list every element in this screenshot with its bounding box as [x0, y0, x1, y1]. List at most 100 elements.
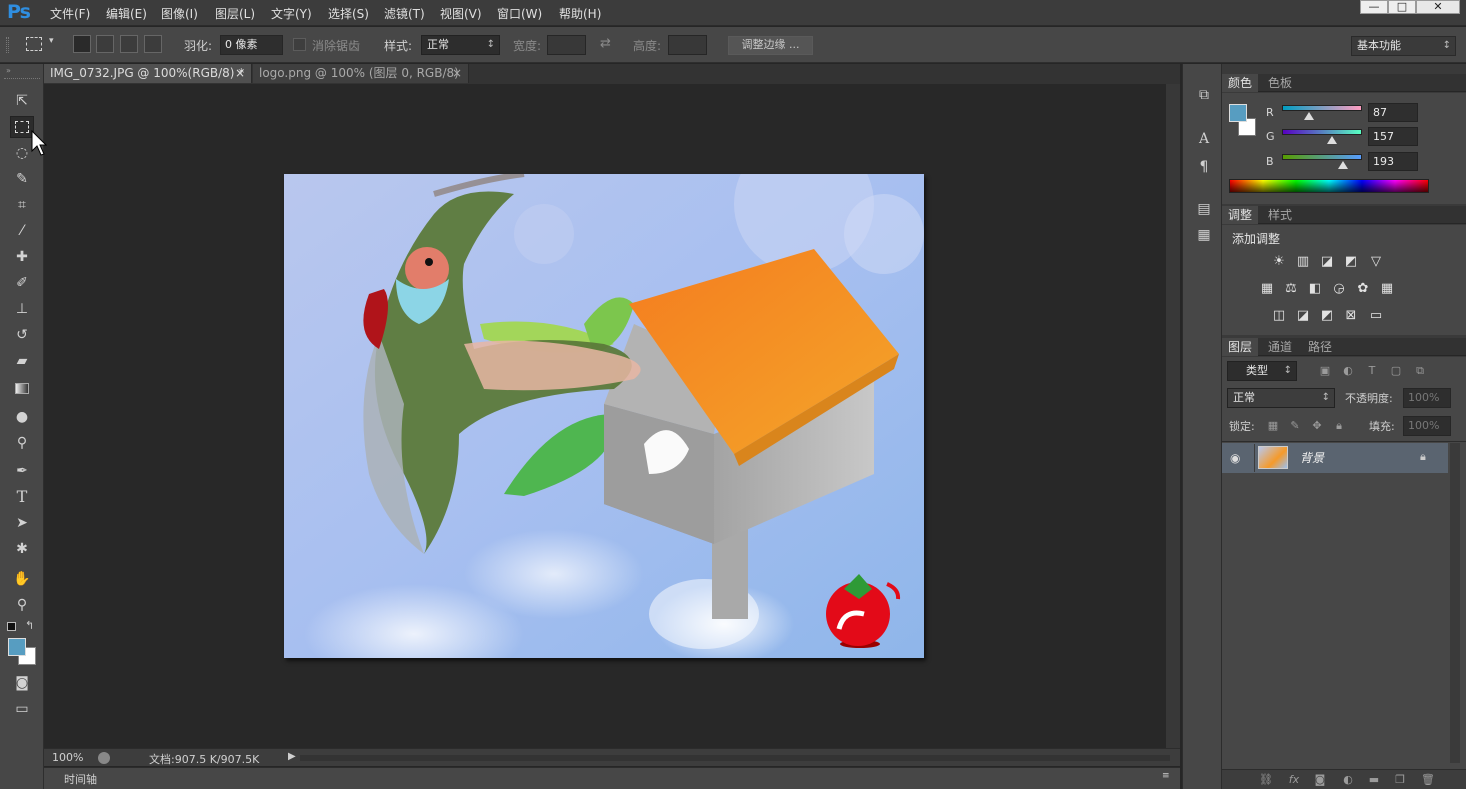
move-icon[interactable]: ⇱ [10, 90, 34, 112]
add-mask-icon[interactable]: ◙ [1312, 772, 1328, 788]
menu-window[interactable]: 窗口(W) [497, 5, 542, 22]
minimize-button[interactable]: — [1360, 0, 1388, 14]
filter-adjustment-icon[interactable]: ◐ [1340, 363, 1356, 379]
foreground-color-swatch[interactable] [8, 638, 26, 656]
fill-input[interactable]: 100% [1403, 416, 1451, 436]
maximize-button[interactable]: □ [1388, 0, 1416, 14]
blend-mode-select[interactable]: 正常 [1227, 388, 1335, 408]
lock-paint-icon[interactable]: ✎ [1287, 418, 1303, 434]
width-input[interactable] [547, 35, 586, 55]
lock-position-icon[interactable]: ✥ [1309, 418, 1325, 434]
swap-colors-icon[interactable]: ↰ [25, 619, 34, 632]
layer-name[interactable]: 背景 [1300, 449, 1324, 466]
lock-transparent-icon[interactable]: ▦ [1265, 418, 1281, 434]
invert-icon[interactable]: ◫ [1270, 307, 1288, 325]
filter-shape-icon[interactable]: ▢ [1388, 363, 1404, 379]
black-white-icon[interactable]: ◧ [1306, 280, 1324, 298]
tab-adjustments[interactable]: 调整 [1222, 206, 1259, 224]
new-group-icon[interactable]: ▬ [1366, 772, 1382, 788]
menu-edit[interactable]: 编辑(E) [106, 5, 147, 22]
tab-paths[interactable]: 路径 [1302, 338, 1338, 356]
status-menu-icon[interactable] [98, 752, 110, 764]
add-selection-icon[interactable] [96, 35, 114, 53]
menu-filter[interactable]: 滤镜(T) [384, 5, 425, 22]
properties-panel-icon[interactable]: ▤ [1195, 200, 1213, 218]
gradient-icon[interactable] [10, 378, 34, 400]
threshold-icon[interactable]: ◩ [1318, 307, 1336, 325]
posterize-icon[interactable]: ◪ [1294, 307, 1312, 325]
marquee-preset-icon[interactable] [26, 37, 42, 51]
timeline-label[interactable]: 时间轴 [64, 771, 97, 787]
curves-icon[interactable]: ◪ [1318, 253, 1336, 271]
new-layer-icon[interactable]: ❐ [1392, 772, 1408, 788]
foreground-color-chip[interactable] [1229, 104, 1247, 122]
status-arrow-icon[interactable]: ▶ [288, 751, 296, 762]
refine-edge-button[interactable]: 调整边缘 ... [728, 36, 813, 55]
panel-menu-icon[interactable]: ≡ [1162, 771, 1170, 781]
tab-logo-png[interactable]: logo.png @ 100% (图层 0, RGB/8) × [253, 64, 469, 83]
eyedropper-icon[interactable]: ⁄ [10, 220, 34, 242]
menu-view[interactable]: 视图(V) [440, 5, 482, 22]
character-panel-icon[interactable]: A [1195, 130, 1213, 148]
zoom-level[interactable]: 100% [52, 751, 83, 764]
tab-layers[interactable]: 图层 [1222, 338, 1259, 356]
value-b[interactable]: 193 [1368, 152, 1418, 171]
style-select[interactable]: 正常 [421, 35, 500, 55]
eraser-icon[interactable]: ▰ [10, 350, 34, 372]
new-adjustment-icon[interactable]: ◐ [1340, 772, 1356, 788]
photo-filter-icon[interactable]: ◶ [1330, 280, 1348, 298]
dodge-icon[interactable]: ⚲ [10, 432, 34, 454]
opacity-input[interactable]: 100% [1403, 388, 1451, 408]
tab-styles[interactable]: 样式 [1262, 206, 1298, 224]
value-r[interactable]: 87 [1368, 103, 1418, 122]
delete-layer-icon[interactable]: 🗑︎ [1420, 772, 1436, 788]
height-input[interactable] [668, 35, 707, 55]
history-panel-icon[interactable]: ⧉ [1195, 86, 1213, 104]
menu-help[interactable]: 帮助(H) [559, 5, 601, 22]
close-icon[interactable]: × [452, 64, 462, 83]
color-spectrum-ramp[interactable] [1229, 179, 1429, 193]
value-g[interactable]: 157 [1368, 127, 1418, 146]
brush-icon[interactable]: ✐ [10, 272, 34, 294]
slider-thumb-b[interactable] [1337, 161, 1348, 169]
menu-type[interactable]: 文字(Y) [271, 5, 312, 22]
clone-stamp-icon[interactable]: ⊥ [10, 298, 34, 320]
filter-smart-icon[interactable]: ⧉ [1412, 363, 1428, 379]
healing-brush-icon[interactable]: ✚ [10, 246, 34, 268]
tab-img-0732[interactable]: IMG_0732.JPG @ 100%(RGB/8) * × [44, 64, 252, 83]
lock-all-icon[interactable]: 🔒︎ [1331, 418, 1347, 434]
brightness-icon[interactable]: ☀ [1270, 253, 1288, 271]
gradient-map-icon[interactable]: ▭ [1367, 307, 1385, 325]
antialias-checkbox[interactable] [293, 38, 306, 51]
collapse-icon[interactable]: » [6, 66, 11, 75]
selective-color-icon[interactable]: ⊠ [1342, 307, 1360, 325]
paragraph-panel-icon[interactable]: ¶ [1195, 158, 1213, 176]
menu-image[interactable]: 图像(I) [161, 5, 198, 22]
new-selection-icon[interactable] [73, 35, 91, 53]
tab-channels[interactable]: 通道 [1262, 338, 1298, 356]
default-colors-icon[interactable] [7, 622, 16, 631]
feather-input[interactable]: 0 像素 [220, 35, 283, 55]
info-panel-icon[interactable]: ▦ [1195, 226, 1213, 244]
crop-icon[interactable]: ⌗ [10, 194, 34, 216]
exposure-icon[interactable]: ◩ [1342, 253, 1360, 271]
filter-pixel-icon[interactable]: ▣ [1317, 363, 1333, 379]
tab-swatches[interactable]: 色板 [1262, 74, 1298, 92]
blur-icon[interactable]: ● [10, 406, 34, 428]
swap-icon[interactable]: ⇄ [600, 36, 611, 51]
quick-mask-icon[interactable]: ◙ [10, 672, 34, 694]
type-icon[interactable]: T [10, 486, 34, 508]
hand-icon[interactable]: ✋ [10, 568, 34, 590]
subtract-selection-icon[interactable] [120, 35, 138, 53]
link-layers-icon[interactable]: ⛓ [1258, 772, 1274, 788]
menu-file[interactable]: 文件(F) [50, 5, 90, 22]
canvas-area[interactable] [44, 84, 1166, 748]
color-balance-icon[interactable]: ⚖ [1282, 280, 1300, 298]
slider-g[interactable] [1282, 129, 1362, 135]
tab-color[interactable]: 颜色 [1222, 74, 1259, 92]
chevron-down-icon[interactable]: ▾ [49, 36, 54, 46]
horizontal-scrollbar[interactable] [300, 755, 1170, 761]
shape-icon[interactable]: ✱ [10, 538, 34, 560]
menu-select[interactable]: 选择(S) [328, 5, 369, 22]
pen-icon[interactable]: ✒ [10, 460, 34, 482]
